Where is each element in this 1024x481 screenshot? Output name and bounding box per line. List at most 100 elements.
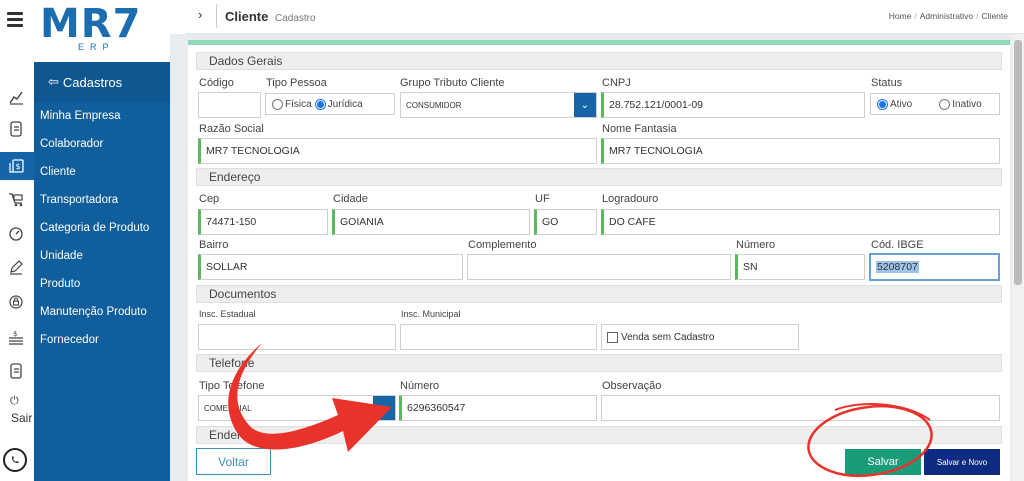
nome-fantasia-field[interactable]: MR7 TECNOLOGIA	[601, 138, 1000, 164]
cep-field[interactable]: 74471-150	[198, 209, 328, 235]
scrollbar-thumb[interactable]	[1014, 40, 1022, 285]
sidebar-item-cliente[interactable]: Cliente	[34, 158, 170, 186]
insc-estadual-field[interactable]	[198, 324, 396, 350]
insc-municipal-field[interactable]	[400, 324, 597, 350]
salvar-e-novo-button[interactable]: Salvar e Novo	[924, 449, 1000, 475]
tel-numero-field[interactable]: 6296360547	[399, 395, 597, 421]
section-dados-gerais: Dados Gerais	[196, 52, 1002, 70]
cod-ibge-field[interactable]: 5208707	[869, 253, 1000, 281]
venda-sem-cadastro-checkbox[interactable]	[607, 331, 618, 343]
radio-fisica-label: Física	[285, 98, 312, 110]
bairro-label: Bairro	[199, 239, 229, 251]
codigo-field[interactable]	[198, 92, 261, 118]
gauge-icon[interactable]	[5, 222, 27, 244]
venda-sem-cadastro-box: Venda sem Cadastro	[601, 324, 799, 350]
submenu-header[interactable]: ⇦ Cadastros	[34, 62, 170, 102]
radio-inativo[interactable]	[939, 98, 951, 110]
numero-field[interactable]: SN	[735, 254, 865, 280]
sidebar-item-produto[interactable]: Produto	[34, 270, 170, 298]
observacao-field[interactable]	[601, 395, 1000, 421]
grupo-tributo-select[interactable]: CONSUMIDOR ⌄	[400, 92, 597, 118]
razao-social-field[interactable]: MR7 TECNOLOGIA	[198, 138, 597, 164]
sidebar-item-fornecedor[interactable]: Fornecedor	[34, 326, 170, 354]
status-label: Status	[871, 77, 903, 89]
cash-icon[interactable]: $	[5, 326, 27, 348]
chart-icon[interactable]	[5, 86, 27, 108]
header-divider	[216, 4, 217, 28]
chevron-down-icon[interactable]: ⌄	[574, 93, 596, 117]
logout-label[interactable]: Sair	[11, 411, 32, 425]
sidebar-item-minha-empresa[interactable]: Minha Empresa	[34, 102, 170, 130]
power-icon[interactable]: ⏻	[10, 395, 19, 408]
bairro-field[interactable]: SOLLAR	[198, 254, 463, 280]
section-endereco-2: Endereço	[196, 426, 1002, 444]
arrow-left-icon: ⇦	[48, 74, 59, 89]
cidade-field[interactable]: GOIANIA	[332, 209, 530, 235]
svg-text:$: $	[13, 330, 17, 338]
breadcrumb-home[interactable]: Home	[889, 11, 912, 21]
tipo-telefone-select[interactable]: COMERCIAL ⌄	[198, 395, 396, 421]
tel-numero-label: Número	[400, 380, 440, 392]
sidebar-item-manutencao-produto[interactable]: Manutenção Produto	[34, 298, 170, 326]
svg-text:$: $	[16, 162, 21, 171]
radio-ativo[interactable]	[877, 98, 888, 110]
logradouro-field[interactable]: DO CAFE	[601, 209, 1000, 235]
sidebar-item-categoria-produto[interactable]: Categoria de Produto	[34, 214, 170, 242]
page-title-text: Cliente	[225, 9, 269, 24]
breadcrumb-cliente: Cliente	[981, 11, 1008, 21]
complemento-field[interactable]	[467, 254, 731, 280]
top-header: › Cliente Cadastro Home / Administrativo / C…	[186, 0, 1024, 34]
grupo-tributo-label: Grupo Tributo Cliente	[400, 77, 505, 89]
tipo-pessoa-label: Tipo Pessoa	[266, 77, 327, 89]
cadastros-submenu: ⇦ Cadastros Minha Empresa Colaborador Cl…	[34, 62, 170, 481]
breadcrumb: Home / Administrativo / Cliente	[889, 11, 1008, 21]
cep-label: Cep	[199, 193, 220, 205]
page-title: Cliente Cadastro	[225, 9, 316, 24]
cidade-label: Cidade	[333, 193, 368, 205]
tipo-telefone-value: COMERCIAL	[204, 403, 252, 413]
lock-icon[interactable]	[5, 290, 27, 312]
section-documentos: Documentos	[196, 285, 1002, 303]
cod-ibge-value: 5208707	[876, 261, 919, 273]
logo-text: MR7	[40, 1, 142, 47]
status-radio-group: Ativo Inativo	[870, 93, 1000, 115]
sidebar-item-transportadora[interactable]: Transportadora	[34, 186, 170, 214]
voltar-button[interactable]: Voltar	[196, 448, 271, 475]
radio-fisica[interactable]	[272, 98, 283, 110]
whatsapp-icon[interactable]	[3, 448, 27, 472]
tipo-pessoa-radio-group: Física Jurídica	[265, 93, 395, 115]
breadcrumb-sep: /	[914, 11, 917, 21]
logo-subtext: ERP	[78, 42, 115, 52]
salvar-button[interactable]: Salvar	[845, 449, 921, 475]
razao-social-label: Razão Social	[199, 123, 264, 135]
codigo-label: Código	[199, 77, 234, 89]
radio-juridica[interactable]	[314, 98, 326, 110]
report-icon[interactable]	[5, 360, 27, 382]
cod-ibge-label: Cód. IBGE	[871, 239, 924, 251]
tipo-telefone-label: Tipo Telefone	[199, 380, 265, 392]
pencil-icon[interactable]	[5, 256, 27, 278]
insc-estadual-label: Insc. Estadual	[199, 309, 256, 319]
breadcrumb-administrativo[interactable]: Administrativo	[920, 11, 973, 21]
section-telefone: Telefone	[196, 354, 1002, 372]
grupo-tributo-value: CONSUMIDOR	[406, 100, 462, 110]
sidebar-item-unidade[interactable]: Unidade	[34, 242, 170, 270]
radio-inativo-label: Inativo	[952, 98, 982, 110]
hamburger-menu-icon[interactable]	[7, 12, 23, 27]
submenu-title: Cadastros	[62, 74, 123, 90]
insc-municipal-label: Insc. Municipal	[401, 309, 461, 319]
chevron-right-icon[interactable]: ›	[198, 7, 202, 22]
chevron-down-icon[interactable]: ⌄	[373, 396, 395, 420]
uf-field[interactable]: GO	[534, 209, 597, 235]
icon-rail: $ $ ⏻ Sair	[0, 0, 34, 481]
money-icon[interactable]: $	[0, 152, 34, 180]
section-endereco: Endereço	[196, 168, 1002, 186]
page-subtitle: Cadastro	[274, 13, 316, 24]
sidebar-item-colaborador[interactable]: Colaborador	[34, 130, 170, 158]
uf-label: UF	[535, 193, 550, 205]
truck-icon[interactable]	[5, 188, 27, 210]
complemento-label: Complemento	[468, 239, 537, 251]
radio-juridica-label: Jurídica	[327, 98, 363, 110]
cnpj-field[interactable]: 28.752.121/0001-09	[601, 92, 865, 118]
document-icon[interactable]	[5, 118, 27, 140]
